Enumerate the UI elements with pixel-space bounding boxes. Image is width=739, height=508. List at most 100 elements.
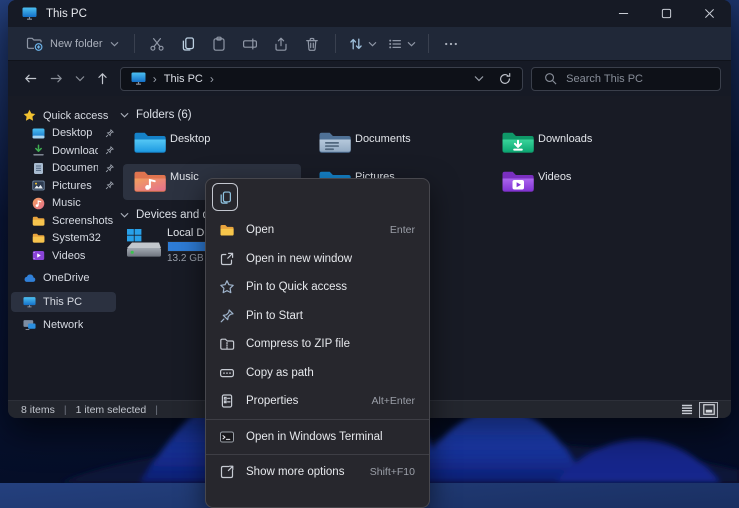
sidebar-item-network[interactable]: Network <box>8 315 119 335</box>
menu-item-copy-as-path[interactable]: Copy as path <box>206 359 429 388</box>
sidebar-item-label: Music <box>52 197 81 209</box>
close-button[interactable] <box>688 0 731 27</box>
folder-tile-videos[interactable]: Videos <box>488 164 669 200</box>
folder-tile-downloads[interactable]: Downloads <box>488 126 669 162</box>
breadcrumb[interactable]: › This PC › <box>120 67 523 91</box>
onedrive-icon <box>23 272 36 285</box>
sort-button[interactable] <box>343 31 382 57</box>
documents-folder-icon <box>318 128 352 156</box>
menu-item-label: Copy as path <box>246 367 314 379</box>
search-input[interactable]: Search This PC <box>531 67 721 91</box>
music-icon <box>32 197 45 210</box>
sidebar-item-downloads[interactable]: Downloads <box>8 142 119 160</box>
search-icon <box>544 72 557 85</box>
up-button[interactable] <box>90 67 116 91</box>
star-icon <box>23 109 36 122</box>
maximize-button[interactable] <box>645 0 688 27</box>
copy-button[interactable] <box>173 31 204 57</box>
pin-icon <box>105 181 114 190</box>
new-folder-button[interactable]: New folder <box>18 31 127 57</box>
menu-separator <box>206 419 429 420</box>
large-icons-view-button[interactable] <box>699 402 718 418</box>
sidebar-item-screenshots[interactable]: Screenshots <box>8 212 119 230</box>
chevron-down-icon <box>368 41 377 47</box>
items-count: 8 items <box>21 404 55 416</box>
sidebar-item-quick-access[interactable]: Quick access <box>8 107 119 125</box>
this-pc-icon <box>22 7 37 20</box>
sidebar-item-system32[interactable]: System32 <box>8 230 119 248</box>
music-folder-icon <box>133 167 167 195</box>
sidebar-item-label: This PC <box>43 296 82 308</box>
forward-button[interactable] <box>44 67 70 91</box>
menu-item-open[interactable]: Open Enter <box>206 216 429 245</box>
address-dropdown-chevron-icon[interactable] <box>474 75 484 82</box>
search-placeholder: Search This PC <box>566 73 643 85</box>
menu-item-open-in-new-window[interactable]: Open in new window <box>206 245 429 274</box>
pin-star-icon <box>219 279 235 295</box>
menu-item-shortcut: Shift+F10 <box>370 466 415 478</box>
folder-tile-desktop[interactable]: Desktop <box>120 126 301 162</box>
rename-button[interactable] <box>235 31 266 57</box>
navigation-pane: Quick access Desktop Downloads Documents… <box>8 95 119 400</box>
menu-item-properties[interactable]: Properties Alt+Enter <box>206 387 429 416</box>
sidebar-item-music[interactable]: Music <box>8 195 119 213</box>
menu-item-label: Open in Windows Terminal <box>246 431 383 443</box>
network-icon <box>23 319 36 332</box>
desktop-icon <box>32 127 45 140</box>
menu-item-label: Properties <box>246 395 298 407</box>
menu-item-compress-to-zip[interactable]: Compress to ZIP file <box>206 330 429 359</box>
menu-separator <box>206 454 429 455</box>
share-button[interactable] <box>266 31 297 57</box>
minimize-button[interactable] <box>602 0 645 27</box>
folders-section-header[interactable]: Folders (6) <box>120 109 192 121</box>
menu-item-open-in-windows-terminal[interactable]: Open in Windows Terminal <box>206 423 429 452</box>
sidebar-item-label: Desktop <box>52 127 92 139</box>
recent-locations-button[interactable] <box>70 67 90 91</box>
menu-item-label: Show more options <box>246 466 344 478</box>
menu-item-show-more-options[interactable]: Show more options Shift+F10 <box>206 458 429 487</box>
menu-item-pin-to-quick-access[interactable]: Pin to Quick access <box>206 273 429 302</box>
menu-item-pin-to-start[interactable]: Pin to Start <box>206 302 429 331</box>
status-separator: | <box>64 404 67 416</box>
cut-button[interactable] <box>142 31 173 57</box>
sidebar-item-pictures[interactable]: Pictures <box>8 177 119 195</box>
refresh-icon[interactable] <box>498 72 512 86</box>
quick-copy-button[interactable] <box>212 183 238 211</box>
sidebar-item-onedrive[interactable]: OneDrive <box>8 268 119 288</box>
view-icon <box>387 36 403 52</box>
window-controls <box>602 0 731 27</box>
details-view-button[interactable] <box>678 403 695 417</box>
back-button[interactable] <box>18 67 44 91</box>
folder-tile-documents[interactable]: Documents <box>305 126 486 162</box>
sidebar-item-desktop[interactable]: Desktop <box>8 125 119 143</box>
breadcrumb-item[interactable]: This PC <box>164 73 203 85</box>
pin-icon <box>105 164 114 173</box>
copy-path-icon <box>219 365 235 381</box>
local-disk-icon <box>125 229 162 260</box>
sidebar-item-videos[interactable]: Videos <box>8 247 119 265</box>
menu-item-label: Open <box>246 224 274 236</box>
menu-item-label: Open in new window <box>246 253 352 265</box>
section-title: Folders (6) <box>136 109 192 121</box>
folder-name: Documents <box>355 133 411 162</box>
videos-icon <box>32 249 45 262</box>
chevron-down-icon <box>110 41 119 47</box>
show-more-icon <box>219 464 235 480</box>
chevron-down-icon <box>120 212 129 218</box>
paste-button[interactable] <box>204 31 235 57</box>
properties-icon <box>219 393 235 409</box>
folder-name: Downloads <box>538 133 592 162</box>
view-button[interactable] <box>382 31 421 57</box>
breadcrumb-separator: › <box>210 73 214 85</box>
documents-icon <box>32 162 45 175</box>
menu-item-shortcut: Alt+Enter <box>372 395 415 407</box>
sort-icon <box>348 36 364 52</box>
delete-button[interactable] <box>297 31 328 57</box>
pin-icon <box>219 308 235 324</box>
sidebar-item-this-pc[interactable]: This PC <box>11 292 116 312</box>
chevron-down-icon <box>120 112 129 118</box>
see-more-button[interactable] <box>436 31 467 57</box>
sidebar-item-documents[interactable]: Documents <box>8 160 119 178</box>
menu-item-label: Pin to Quick access <box>246 281 347 293</box>
this-pc-icon <box>131 72 146 85</box>
